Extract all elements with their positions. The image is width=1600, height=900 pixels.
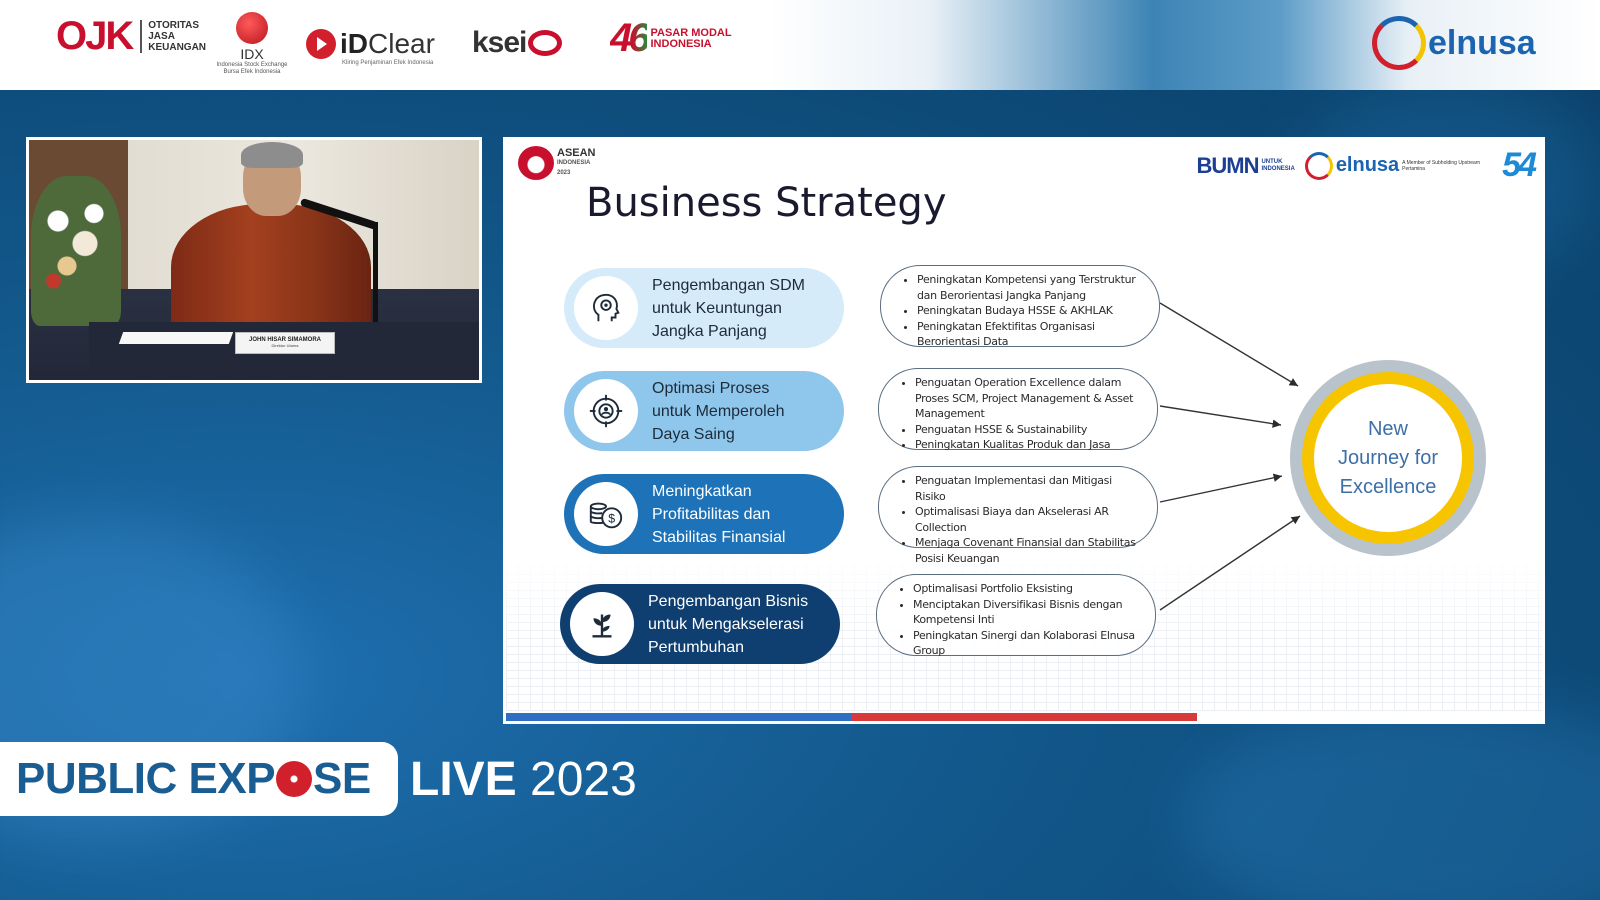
goal-text: New Journey for Excellence — [1337, 417, 1439, 498]
pillar-label: Pengembangan Bisnis untuk Mengakselerasi… — [648, 592, 809, 656]
globe-o-icon — [276, 761, 313, 797]
idx-logo: IDX Indonesia Stock Exchange Bursa Efek … — [212, 12, 292, 76]
initiative-item: Peningkatan Kompetensi yang Terstruktur … — [917, 272, 1141, 303]
connector-arrow — [1159, 405, 1282, 428]
ojk-line: OTORITAS — [148, 20, 199, 31]
microphone-stand — [373, 222, 378, 332]
head-gear-icon — [593, 293, 620, 322]
pillar-icon-circle — [574, 379, 638, 443]
live-year-text: LIVE 2023 — [410, 753, 637, 806]
asean-logo: ASEAN INDONESIA 2023 — [518, 146, 596, 180]
pasar-modal-text: PASAR MODAL INDONESIA — [650, 26, 732, 50]
initiative-item: Menciptakan Diversifikasi Bisnis dengan … — [913, 597, 1137, 628]
anniversary-54-logo: 54 — [1502, 146, 1537, 184]
bumn-sub: UNTUK INDONESIA — [1261, 158, 1295, 172]
pillar-label: Optimasi Proses untuk Memperoleh Daya Sa… — [652, 379, 785, 443]
background-swoosh — [1180, 700, 1600, 900]
speaker-role: Direktur Utama — [271, 343, 299, 348]
initiative-item: Menjaga Covenant Finansial dan Stabilita… — [915, 535, 1139, 566]
public-expose-logo: PUBLIC EXP SE — [0, 742, 398, 816]
initiative-item: Penguatan Operation Excellence dalam Pro… — [915, 375, 1139, 422]
strategy-pillar-bisnis: Pengembangan Bisnis untuk Mengakselerasi… — [560, 584, 840, 664]
slide-logos: BUMN UNTUK INDONESIA elnusa A Member of S… — [1196, 146, 1537, 185]
elnusa-name: elnusa — [1428, 23, 1536, 62]
asean-text: ASEAN INDONESIA 2023 — [557, 147, 596, 177]
slide-elnusa-name: elnusa — [1335, 154, 1400, 176]
initiative-item: Penguatan HSSE & Sustainability — [915, 422, 1139, 438]
initiative-item: Optimalisasi Portfolio Eksisting — [913, 581, 1137, 597]
elnusa-logo: elnusa — [1372, 16, 1536, 70]
connector-arrow — [1159, 302, 1299, 387]
color-bar-red — [851, 713, 1197, 721]
coins-dollar-icon: $ — [589, 502, 623, 529]
ojk-line: KEUANGAN — [148, 42, 207, 53]
strategy-pillar-proses: Optimasi Proses untuk Memperoleh Daya Sa… — [564, 371, 844, 451]
initiatives-bubble: Penguatan Operation Excellence dalam Pro… — [878, 368, 1158, 453]
slide-elnusa-logo: elnusa A Member of Subholding Upstream P… — [1304, 151, 1492, 180]
initiatives-bubble: Penguatan Implementasi dan Mitigasi Risi… — [878, 466, 1158, 565]
pillar-label: Meningkatkan Profitabilitas dan Stabilit… — [652, 482, 786, 546]
goal-ring: New Journey for Excellence — [1302, 372, 1474, 544]
pasar-modal-logo: 46 PASAR MODAL INDONESIA — [610, 16, 732, 61]
initiative-item: Optimalisasi Biaya dan Akselerasi AR Col… — [915, 504, 1139, 535]
initiative-item: Peningkatan Efektifitas Organisasi Beror… — [917, 319, 1141, 350]
ksei-ring-icon — [528, 30, 563, 56]
initiative-item: Peningkatan Kualitas Produk dan Jasa — [915, 437, 1139, 453]
initiatives-bubble: Peningkatan Kompetensi yang Terstruktur … — [880, 265, 1160, 350]
speaker-nameplate: JOHN HISAR SIMAMORA Direktur Utama — [235, 332, 335, 354]
slide-title: Business Strategy — [586, 180, 947, 226]
pillar-icon-circle — [574, 276, 638, 340]
ojk-line: JASA — [148, 31, 175, 42]
strategy-pillar-finansial: $ Meningkatkan Profitabilitas dan Stabil… — [564, 474, 844, 554]
slide-elnusa-sub: A Member of Subholding Upstream Pertamin… — [1402, 159, 1480, 172]
elnusa-ring-icon — [1304, 151, 1333, 180]
ojk-text: OTORITAS JASA KEUANGAN — [140, 20, 206, 53]
papers — [118, 332, 234, 344]
idx-name: IDX — [240, 46, 264, 62]
pillar-icon-circle — [570, 592, 634, 656]
color-bar-white — [1196, 713, 1542, 721]
public-expose-text: PUBLIC EXP SE — [16, 754, 371, 803]
initiative-item: Peningkatan Budaya HSSE & AKHLAK — [917, 303, 1141, 319]
bumn-name: BUMN — [1196, 152, 1259, 178]
asean-emblem-icon — [518, 146, 554, 180]
play-circle-icon — [306, 29, 336, 59]
connector-arrow — [1159, 473, 1283, 503]
initiative-item: Peningkatan Sinergi dan Kolaborasi Elnus… — [913, 628, 1137, 659]
initiatives-bubble: Optimalisasi Portfolio Eksisting Mencipt… — [876, 574, 1156, 659]
plant-sprout-icon — [592, 614, 612, 638]
flower-arrangement — [31, 176, 121, 326]
elnusa-ring-icon — [1372, 16, 1426, 70]
svg-text:$: $ — [608, 512, 615, 526]
goal-circle: New Journey for Excellence — [1290, 360, 1486, 556]
initiative-item: Penguatan Implementasi dan Mitigasi Risi… — [915, 473, 1139, 504]
pasar-modal-number: 46 — [610, 16, 650, 60]
target-person-icon — [589, 394, 623, 428]
idx-globe-icon — [236, 12, 268, 44]
idclear-sub: Kliring Penjaminan Efek Indonesia — [342, 60, 434, 66]
ksei-name: ksei — [472, 26, 527, 59]
idclear-name: iDClear — [340, 28, 435, 59]
presentation-slide: ASEAN INDONESIA 2023 BUMN UNTUK INDONESIA… — [503, 137, 1545, 724]
idx-sub: Indonesia Stock Exchange Bursa Efek Indo… — [216, 62, 288, 75]
slide-color-bar — [506, 713, 1542, 721]
pillar-icon-circle: $ — [574, 482, 638, 546]
ksei-logo: ksei — [472, 26, 563, 60]
speaker-video-feed: JOHN HISAR SIMAMORA Direktur Utama — [26, 137, 482, 383]
pillar-label: Pengembangan SDM untuk Keuntungan Jangka… — [652, 276, 805, 340]
ojk-logo: OJK OTORITAS JASA KEUANGAN — [56, 14, 206, 59]
strategy-pillar-sdm: Pengembangan SDM untuk Keuntungan Jangka… — [564, 268, 844, 348]
ojk-mark: OJK — [56, 14, 134, 58]
color-bar-blue — [506, 713, 852, 721]
speaker-hair — [241, 142, 303, 168]
sponsor-banner: OJK OTORITAS JASA KEUANGAN IDX Indonesia… — [0, 0, 1600, 90]
idclear-logo: iDClear Kliring Penjaminan Efek Indonesi… — [306, 28, 435, 66]
bumn-logo: BUMN UNTUK INDONESIA — [1196, 153, 1294, 179]
